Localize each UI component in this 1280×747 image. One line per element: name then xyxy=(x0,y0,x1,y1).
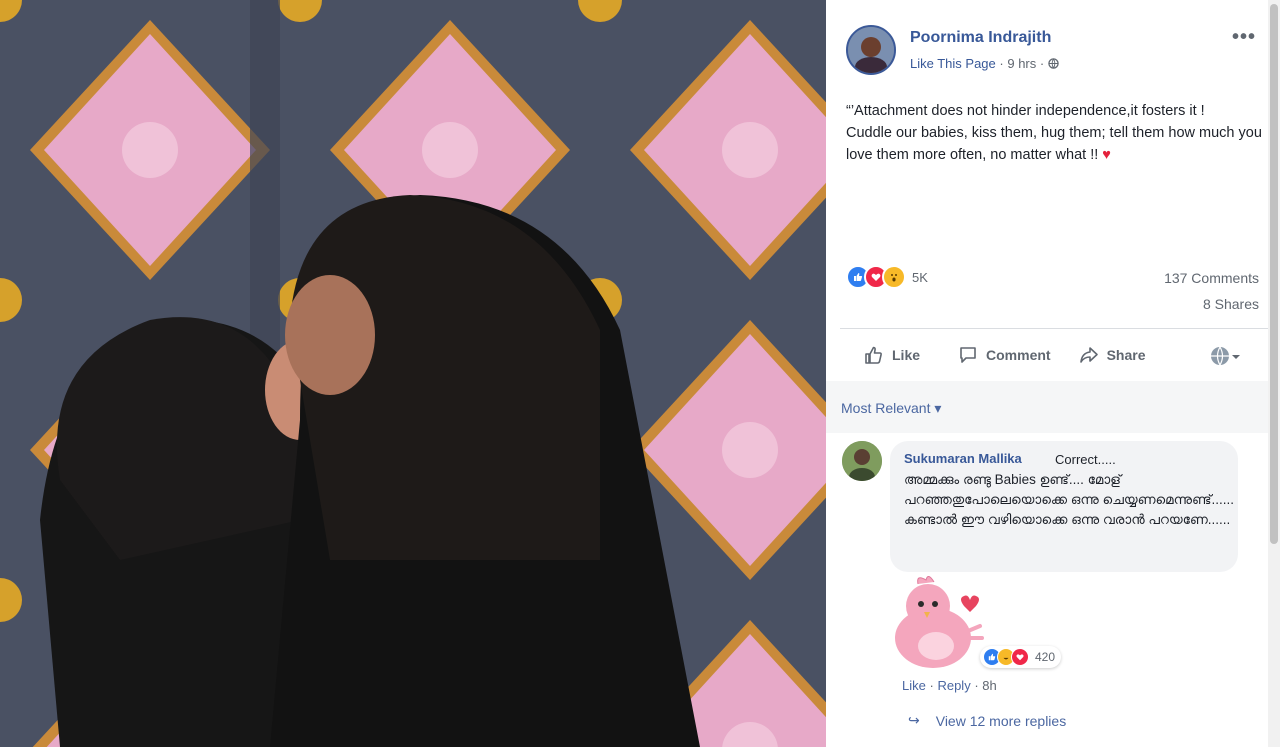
scrollbar[interactable] xyxy=(1268,0,1280,747)
heart-emoji: ♥ xyxy=(1102,147,1111,163)
comment-actions: Like · Reply · 8h xyxy=(902,678,997,693)
post-panel: Poornima Indrajith Like This Page · 9 hr… xyxy=(826,0,1280,747)
chevron-down-icon xyxy=(1230,350,1242,368)
comment-filter-bar: Most Relevant ▾ xyxy=(826,381,1268,433)
like-button[interactable]: Like xyxy=(864,338,920,372)
meta-separator: · xyxy=(999,56,1004,71)
comments-count[interactable]: 137 Comments xyxy=(1164,270,1259,286)
comment-icon xyxy=(958,345,978,365)
globe-icon xyxy=(1048,56,1059,71)
share-button[interactable]: Share xyxy=(1079,338,1146,372)
like-page-link[interactable]: Like This Page xyxy=(910,56,996,71)
post-time[interactable]: 9 hrs xyxy=(1007,56,1036,71)
view-more-replies-label: View 12 more replies xyxy=(935,712,1067,729)
post-text-line1: “’Attachment does not hinder independenc… xyxy=(846,103,1205,119)
share-icon xyxy=(1079,345,1099,365)
divider xyxy=(840,328,1270,329)
post-text-line2: Cuddle our babies, kiss them, hug them; … xyxy=(846,125,1262,163)
share-label: Share xyxy=(1106,347,1146,363)
reply-arrow-icon: ↪ xyxy=(908,712,920,728)
photo-illustration xyxy=(0,0,826,747)
more-options-button[interactable]: ••• xyxy=(1232,26,1256,49)
post-meta: Like This Page · 9 hrs · xyxy=(910,56,1059,71)
comment-reply-link[interactable]: Reply xyxy=(937,678,970,693)
action-bar: Like Comment Share xyxy=(840,338,1270,372)
comment-bubble: Sukumaran Mallika Correct..... അമ്മക്കും… xyxy=(890,441,1238,572)
comment-like-link[interactable]: Like xyxy=(902,678,926,693)
comment-dot: · xyxy=(974,678,979,693)
pink-bird-sticker xyxy=(888,576,993,672)
comment-label: Comment xyxy=(986,347,1051,363)
comment-button[interactable]: Comment xyxy=(958,338,1051,372)
comment-dot: · xyxy=(929,678,934,693)
comment-time[interactable]: 8h xyxy=(982,678,996,693)
scrollbar-thumb[interactable] xyxy=(1270,4,1278,544)
reactions-summary[interactable]: 5K xyxy=(846,265,928,289)
author-avatar[interactable] xyxy=(846,25,896,75)
meta-separator: · xyxy=(1039,56,1045,71)
shares-count[interactable]: 8 Shares xyxy=(1203,296,1259,312)
post-photo[interactable] xyxy=(0,0,826,747)
love-reaction-icon xyxy=(1011,648,1029,666)
audience-selector[interactable] xyxy=(1210,346,1242,371)
commenter-avatar[interactable] xyxy=(842,441,882,481)
comment-reactions[interactable]: 420 xyxy=(980,646,1062,668)
comment-reaction-count: 420 xyxy=(1035,650,1056,664)
most-relevant-dropdown[interactable]: Most Relevant ▾ xyxy=(841,400,941,417)
comment-first-word: Correct..... xyxy=(1055,452,1116,467)
like-label: Like xyxy=(892,347,921,363)
wow-reaction-icon xyxy=(882,265,906,289)
post-text: “’Attachment does not hinder independenc… xyxy=(846,100,1266,166)
thumbs-up-icon xyxy=(864,345,884,365)
reaction-count[interactable]: 5K xyxy=(912,270,928,285)
commenter-name[interactable]: Sukumaran Mallika xyxy=(904,451,1022,466)
profile-globe-icon xyxy=(1210,346,1230,371)
view-more-replies[interactable]: ↪ View 12 more replies xyxy=(908,712,1066,729)
comment-text: അമ്മക്കും രണ്ടു Babies ഉണ്ട്.... മോള് പറ… xyxy=(904,472,1234,527)
author-name[interactable]: Poornima Indrajith xyxy=(910,29,1051,47)
